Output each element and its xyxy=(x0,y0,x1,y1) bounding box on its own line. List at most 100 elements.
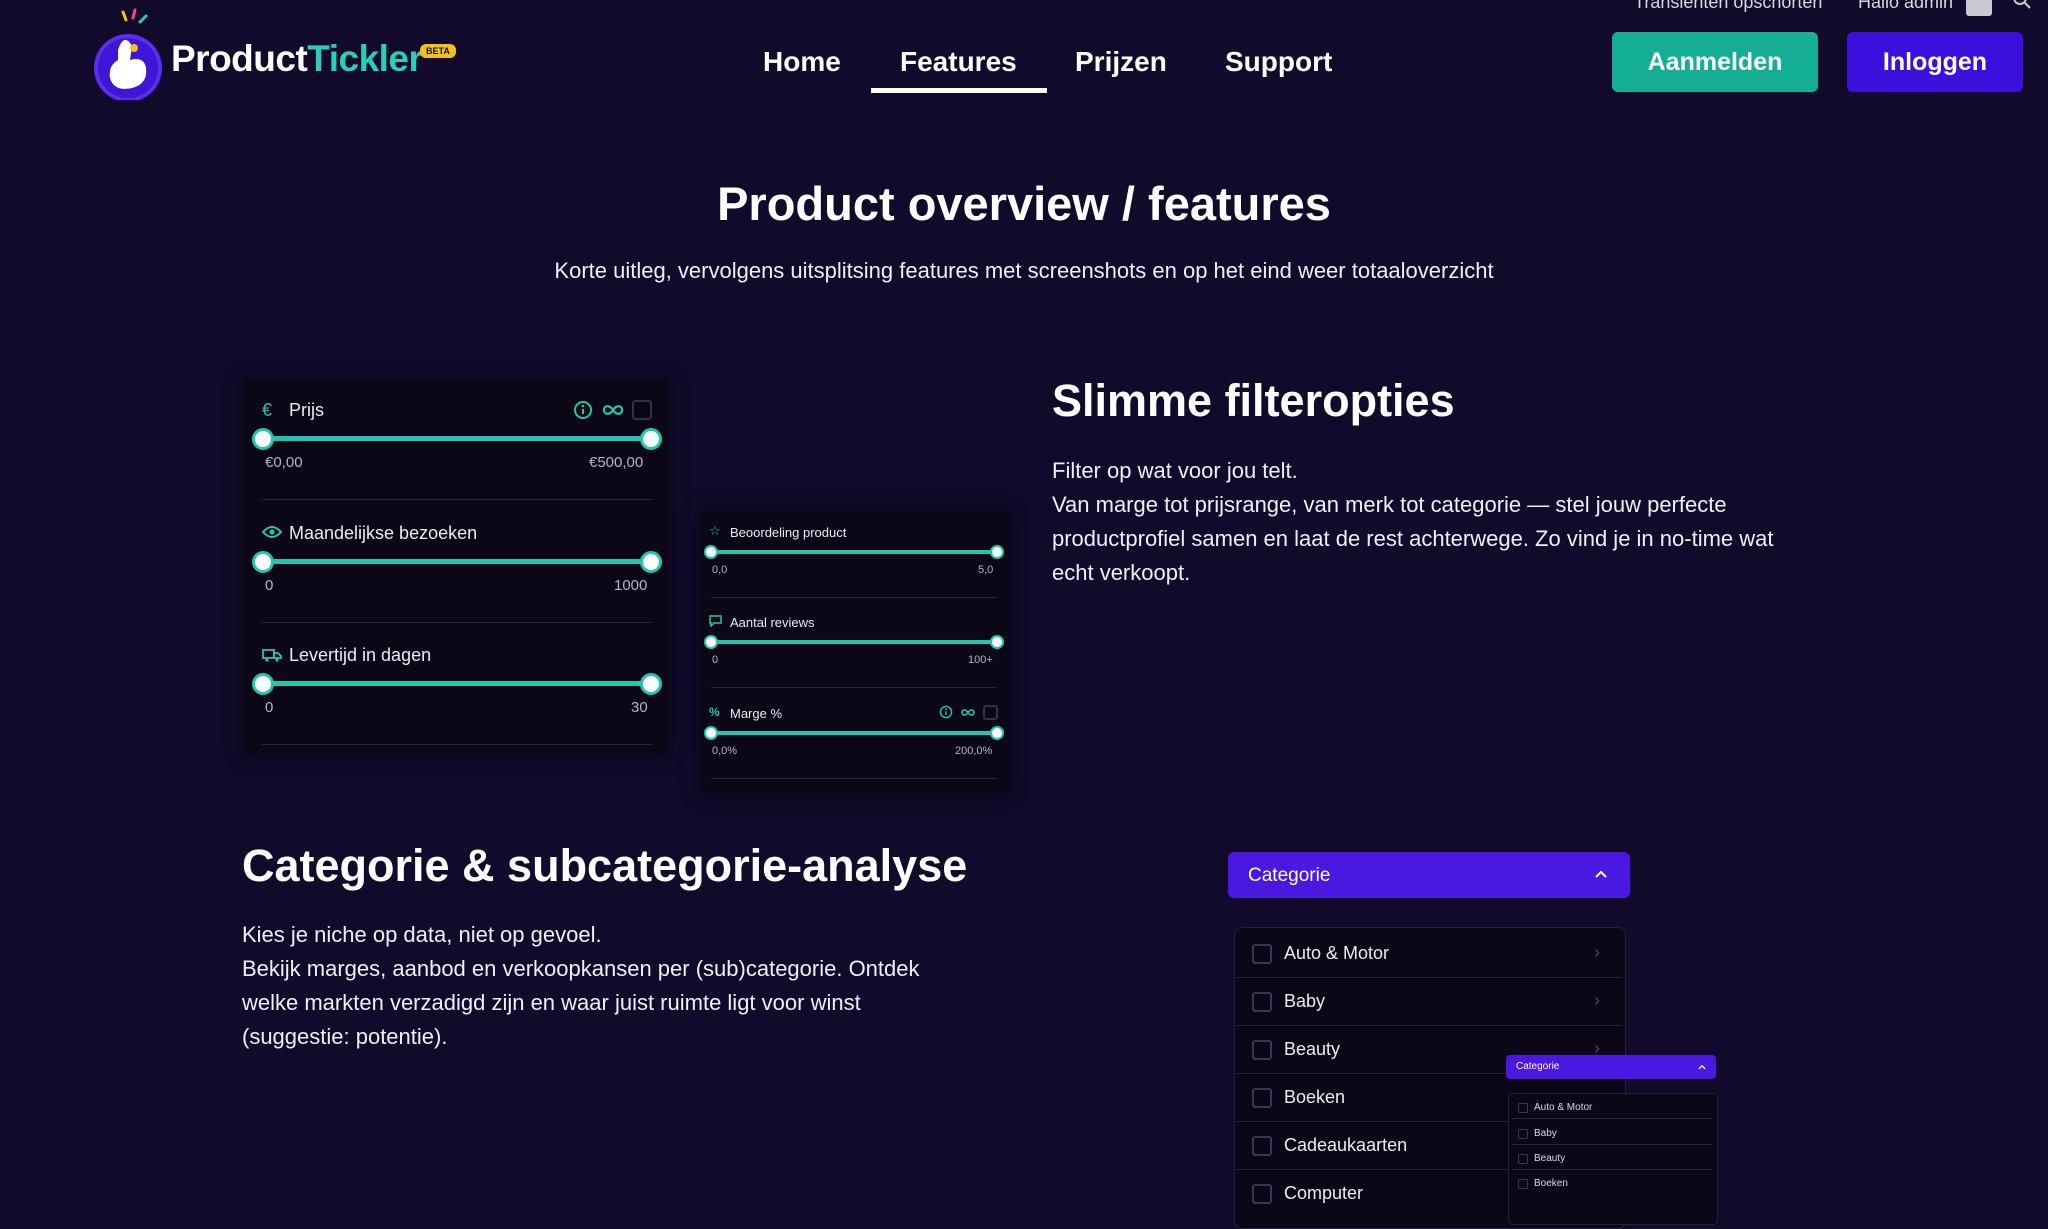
reviews-max-value: 100+ xyxy=(968,654,993,666)
filter-label-visits: Maandelijkse bezoeken xyxy=(289,523,478,543)
category-checkbox[interactable] xyxy=(1252,1136,1272,1156)
reviews-slider-track[interactable] xyxy=(711,640,997,644)
divider xyxy=(711,597,997,598)
euro-icon: € xyxy=(262,400,273,420)
categories-text-line-2: Bekijk marges, aanbod en verkoopkansen p… xyxy=(242,956,920,981)
delivery-slider-track[interactable] xyxy=(262,681,652,686)
delivery-min-value: 0 xyxy=(265,699,274,716)
visits-slider-min-handle[interactable] xyxy=(252,551,274,573)
category-checkbox[interactable] xyxy=(1252,992,1272,1012)
margin-slider-min-handle[interactable] xyxy=(704,726,718,740)
price-slider-min-handle[interactable] xyxy=(252,428,274,450)
category-item-label: Computer xyxy=(1284,1183,1364,1203)
beta-badge: BETA xyxy=(420,44,456,58)
filter-label-margin: Marge % xyxy=(730,706,783,721)
logo-text-product: Product xyxy=(171,38,308,79)
logo-wordmark[interactable]: ProductTickler xyxy=(171,38,423,80)
nav-home[interactable]: Home xyxy=(763,46,841,78)
divider xyxy=(1512,1144,1712,1145)
categories-text-line-4: (suggestie: potentie). xyxy=(242,1024,448,1049)
category-mini-checkbox[interactable] xyxy=(1518,1103,1528,1113)
infinity-icon[interactable] xyxy=(960,707,976,718)
category-item-label: Auto & Motor xyxy=(1284,943,1390,963)
star-icon: ☆ xyxy=(709,523,721,538)
filters-text-line-4: echt verkoopt. xyxy=(1052,560,1191,585)
category-mini-item[interactable]: Auto & Motor xyxy=(1534,1102,1592,1113)
rating-slider-min-handle[interactable] xyxy=(704,545,718,559)
category-mini-item[interactable]: Baby xyxy=(1534,1128,1557,1139)
nav-pricing[interactable]: Prijzen xyxy=(1075,46,1167,78)
page-title: Product overview / features xyxy=(717,177,1331,230)
divider xyxy=(711,778,997,779)
category-mini-item[interactable]: Beauty xyxy=(1534,1153,1565,1164)
logo-icon[interactable] xyxy=(90,8,170,100)
category-item-label: Cadeaukaarten xyxy=(1284,1135,1408,1155)
login-button[interactable]: Inloggen xyxy=(1847,32,2023,92)
search-icon[interactable] xyxy=(2012,0,2032,10)
category-mini-checkbox[interactable] xyxy=(1518,1179,1528,1189)
rating-slider-track[interactable] xyxy=(711,550,997,554)
category-mini-checkbox[interactable] xyxy=(1518,1154,1528,1164)
section-title-filters: Slimme filteropties xyxy=(1052,375,1455,426)
visits-min-value: 0 xyxy=(265,577,274,594)
margin-checkbox[interactable] xyxy=(983,705,998,720)
margin-slider-max-handle[interactable] xyxy=(990,726,1004,740)
category-checkbox[interactable] xyxy=(1252,1040,1272,1060)
price-slider-max-handle[interactable] xyxy=(640,428,662,450)
filters-text-line-3: productprofiel samen en laat de rest ach… xyxy=(1052,526,1774,551)
category-mini-label: Categorie xyxy=(1516,1061,1560,1072)
chevron-right-icon[interactable]: › xyxy=(1594,990,1600,1011)
margin-max-value: 200,0% xyxy=(955,745,993,757)
divider xyxy=(262,744,652,745)
nav-features[interactable]: Features xyxy=(900,46,1017,78)
filter-label-price: Prijs xyxy=(289,400,324,420)
signup-button[interactable]: Aanmelden xyxy=(1612,32,1818,92)
price-min-value: €0,00 xyxy=(265,454,303,471)
visits-max-value: 1000 xyxy=(614,577,648,594)
category-item-label: Boeken xyxy=(1284,1087,1346,1107)
category-mini-checkbox[interactable] xyxy=(1518,1129,1528,1139)
margin-slider-track[interactable] xyxy=(711,731,997,735)
category-checkbox[interactable] xyxy=(1252,1088,1272,1108)
chevron-right-icon[interactable]: › xyxy=(1594,942,1600,963)
info-icon[interactable] xyxy=(939,705,953,719)
greeting-text: Hallo admin xyxy=(1858,0,1954,12)
category-mini-item[interactable]: Boeken xyxy=(1534,1178,1568,1189)
chevron-up-icon[interactable] xyxy=(1697,1062,1707,1072)
delivery-max-value: 30 xyxy=(631,699,648,716)
category-checkbox[interactable] xyxy=(1252,1184,1272,1204)
chevron-up-icon[interactable] xyxy=(1593,866,1609,882)
nav-support[interactable]: Support xyxy=(1225,46,1332,78)
suspend-text[interactable]: Translenten opschorten xyxy=(1634,0,1822,13)
price-checkbox[interactable] xyxy=(632,400,652,420)
page-subtitle: Korte uitleg, vervolgens uitsplitsing fe… xyxy=(554,258,1494,283)
comment-icon xyxy=(709,615,722,627)
rating-slider-max-handle[interactable] xyxy=(990,545,1004,559)
category-item-label: Beauty xyxy=(1284,1039,1341,1059)
visits-slider-max-handle[interactable] xyxy=(640,551,662,573)
delivery-slider-max-handle[interactable] xyxy=(640,673,662,695)
visits-slider-track[interactable] xyxy=(262,559,652,564)
rating-min-value: 0,0 xyxy=(712,564,728,576)
divider xyxy=(1512,1118,1712,1119)
reviews-slider-max-handle[interactable] xyxy=(990,635,1004,649)
rating-max-value: 5,0 xyxy=(978,564,994,576)
reviews-slider-min-handle[interactable] xyxy=(704,635,718,649)
section-title-categories: Categorie & subcategorie-analyse xyxy=(242,840,968,891)
infinity-icon[interactable] xyxy=(601,402,625,418)
percent-icon: % xyxy=(709,705,720,719)
category-checkbox[interactable] xyxy=(1252,944,1272,964)
category-dropdown-label: Categorie xyxy=(1248,865,1331,886)
filters-text-line-1: Filter op wat voor jou telt. xyxy=(1052,458,1298,483)
price-max-value: €500,00 xyxy=(589,454,644,471)
nav-active-indicator xyxy=(871,88,1047,93)
info-icon[interactable] xyxy=(573,400,593,420)
avatar[interactable] xyxy=(1966,0,1992,16)
filters-text-line-2: Van marge tot prijsrange, van merk tot c… xyxy=(1052,492,1727,517)
categories-text-line-3: welke markten verzadigd zijn en waar jui… xyxy=(242,990,861,1015)
filter-label-reviews: Aantal reviews xyxy=(730,615,815,630)
divider xyxy=(262,622,652,623)
price-slider-track[interactable] xyxy=(262,436,652,441)
filter-label-delivery: Levertijd in dagen xyxy=(289,645,432,665)
delivery-slider-min-handle[interactable] xyxy=(252,673,274,695)
